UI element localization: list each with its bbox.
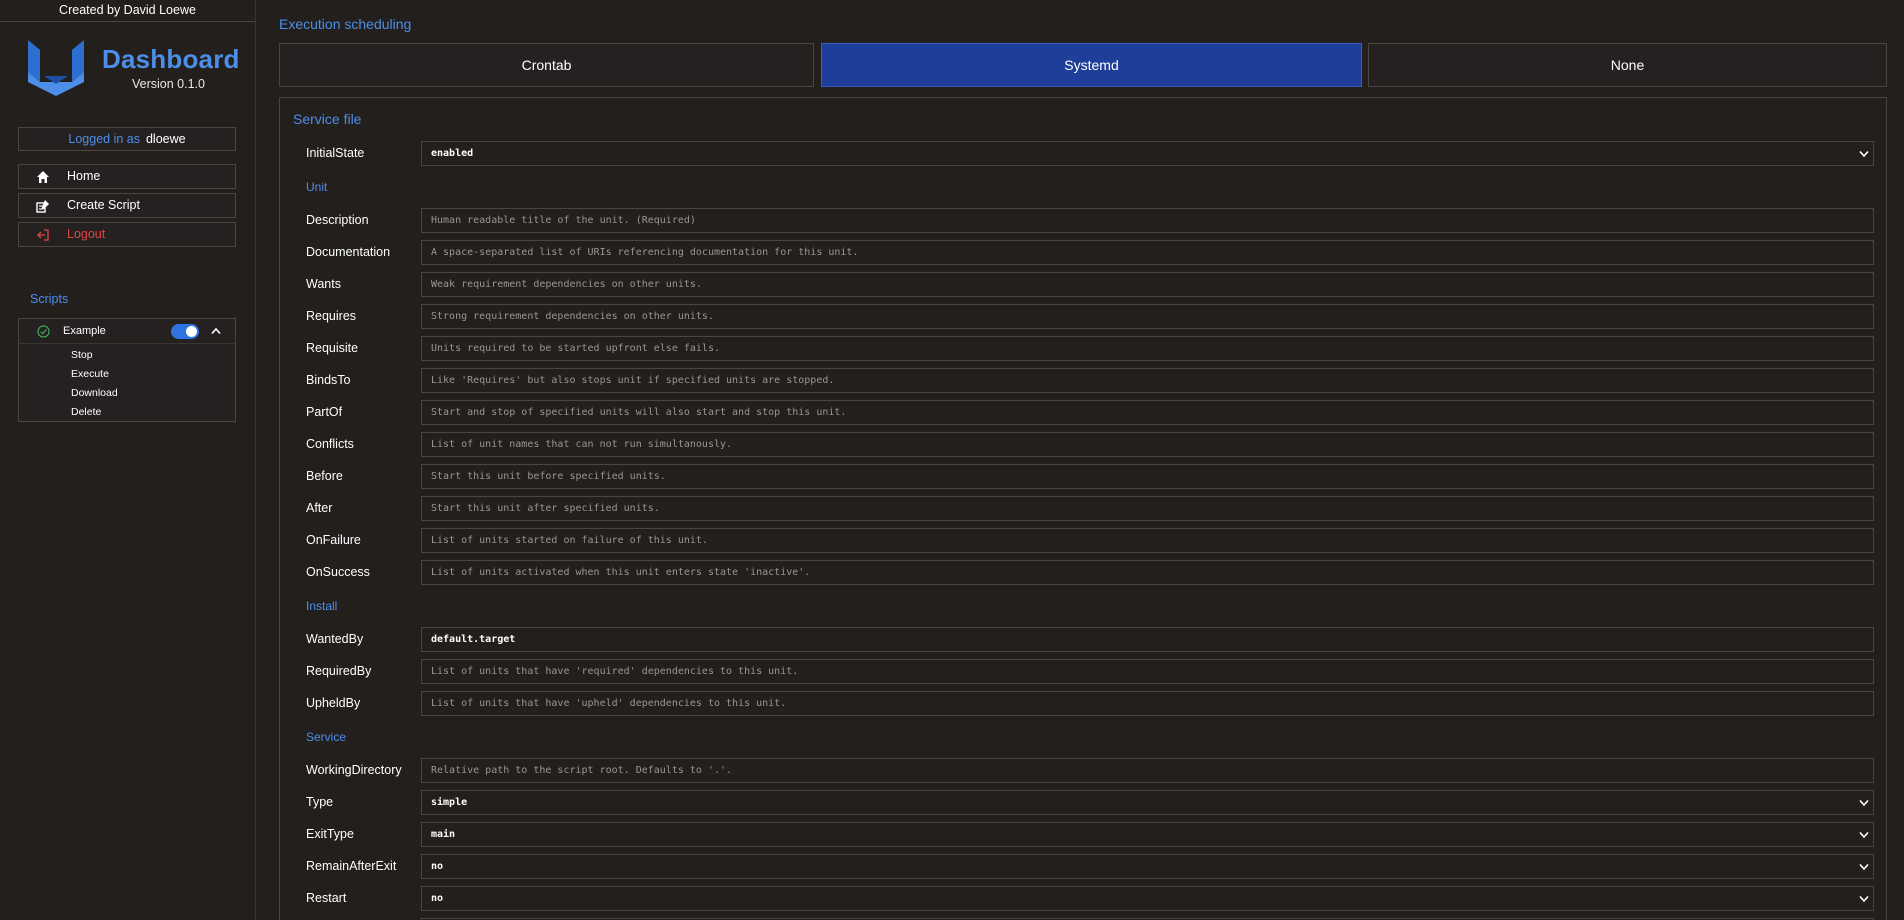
unit-section-title: Unit (306, 180, 328, 194)
restart-label: Restart (306, 891, 347, 905)
chevron-up-icon[interactable] (211, 327, 221, 335)
nav-home[interactable]: Home (18, 164, 236, 189)
initial-state-value: enabled (431, 148, 474, 159)
conflicts-label: Conflicts (306, 437, 354, 451)
script-card: Example Stop Execute Download Delete (18, 318, 236, 422)
chevron-down-icon (1859, 799, 1869, 807)
script-header[interactable]: Example (19, 319, 235, 344)
schedule-none-button[interactable]: None (1368, 43, 1887, 87)
on-failure-label: OnFailure (306, 533, 361, 547)
nav-logout[interactable]: Logout (18, 222, 236, 247)
documentation-input[interactable]: A space-separated list of URIs referenci… (421, 240, 1874, 265)
exit-type-select[interactable]: main (421, 822, 1874, 847)
remain-after-exit-value: no (431, 861, 444, 872)
chevron-down-icon (1859, 895, 1869, 903)
exit-type-value: main (431, 829, 456, 840)
requires-label: Requires (306, 309, 357, 323)
on-failure-input[interactable]: List of units started on failure of this… (421, 528, 1874, 553)
check-circle-icon (37, 325, 50, 338)
wants-label: Wants (306, 277, 341, 291)
script-action-stop[interactable]: Stop (71, 348, 118, 367)
exit-type-label: ExitType (306, 827, 354, 841)
wanted-by-input[interactable]: default.target (421, 627, 1874, 652)
schedule-crontab-button[interactable]: Crontab (279, 43, 814, 87)
upheld-by-label: UpheldBy (306, 696, 361, 710)
requires-input[interactable]: Strong requirement dependencies on other… (421, 304, 1874, 329)
script-action-download[interactable]: Download (71, 386, 118, 405)
restart-value: no (431, 893, 444, 904)
home-icon (37, 171, 49, 183)
scripts-heading: Scripts (30, 292, 69, 306)
before-input[interactable]: Start this unit before specified units. (421, 464, 1874, 489)
description-input[interactable]: Human readable title of the unit. (Requi… (421, 208, 1874, 233)
after-label: After (306, 501, 333, 515)
logo-icon (28, 40, 84, 96)
nav-logout-label: Logout (67, 227, 106, 241)
on-success-input[interactable]: List of units activated when this unit e… (421, 560, 1874, 585)
nav-home-label: Home (67, 169, 101, 183)
part-of-input[interactable]: Start and stop of specified units will a… (421, 400, 1874, 425)
binds-to-label: BindsTo (306, 373, 351, 387)
initial-state-select[interactable]: enabled (421, 141, 1874, 166)
requisite-input[interactable]: Units required to be started upfront els… (421, 336, 1874, 361)
login-user: dloewe (145, 132, 186, 146)
required-by-label: RequiredBy (306, 664, 372, 678)
upheld-by-input[interactable]: List of units that have 'upheld' depende… (421, 691, 1874, 716)
brand-version: Version 0.1.0 (132, 77, 205, 91)
script-enable-toggle[interactable] (171, 324, 199, 339)
type-value: simple (431, 797, 468, 808)
script-actions: Stop Execute Download Delete (71, 348, 118, 424)
service-file-panel: Service file InitialState enabled Unit D… (279, 97, 1887, 920)
initial-state-label: InitialState (306, 146, 365, 160)
type-label: Type (306, 795, 334, 809)
conflicts-input[interactable]: List of unit names that can not run simu… (421, 432, 1874, 457)
chevron-down-icon (1859, 863, 1869, 871)
brand: Dashboard Version 0.1.0 (28, 40, 240, 100)
create-script-icon (36, 200, 49, 213)
restart-select[interactable]: no (421, 886, 1874, 911)
login-status: Logged in as dloewe (18, 127, 236, 151)
description-label: Description (306, 213, 369, 227)
main-content: Execution scheduling Crontab Systemd Non… (257, 0, 1904, 920)
sidebar: Created by David Loewe Dashboard Version… (0, 0, 256, 920)
script-action-delete[interactable]: Delete (71, 405, 118, 424)
script-action-execute[interactable]: Execute (71, 367, 118, 386)
install-section-title: Install (306, 599, 338, 613)
type-select[interactable]: simple (421, 790, 1874, 815)
chevron-down-icon (1859, 150, 1869, 158)
part-of-label: PartOf (306, 405, 343, 419)
remain-after-exit-label: RemainAfterExit (306, 859, 397, 873)
documentation-label: Documentation (306, 245, 391, 259)
execution-scheduling-title: Execution scheduling (279, 16, 412, 32)
wants-input[interactable]: Weak requirement dependencies on other u… (421, 272, 1874, 297)
working-directory-label: WorkingDirectory (306, 763, 402, 777)
before-label: Before (306, 469, 343, 483)
working-directory-input[interactable]: Relative path to the script root. Defaul… (421, 758, 1874, 783)
schedule-systemd-button[interactable]: Systemd (821, 43, 1362, 87)
binds-to-input[interactable]: Like 'Requires' but also stops unit if s… (421, 368, 1874, 393)
logout-icon (37, 229, 49, 241)
credit-text: Created by David Loewe (0, 0, 255, 22)
nav-create-script-label: Create Script (67, 198, 140, 212)
required-by-input[interactable]: List of units that have 'required' depen… (421, 659, 1874, 684)
remain-after-exit-select[interactable]: no (421, 854, 1874, 879)
chevron-down-icon (1859, 831, 1869, 839)
service-file-title: Service file (293, 111, 362, 127)
after-input[interactable]: Start this unit after specified units. (421, 496, 1874, 521)
nav-create-script[interactable]: Create Script (18, 193, 236, 218)
brand-title: Dashboard (102, 44, 240, 74)
requisite-label: Requisite (306, 341, 359, 355)
wanted-by-label: WantedBy (306, 632, 364, 646)
login-label: Logged in as (68, 132, 140, 146)
script-name: Example (63, 325, 106, 337)
service-section-title: Service (306, 730, 347, 744)
on-success-label: OnSuccess (306, 565, 370, 579)
